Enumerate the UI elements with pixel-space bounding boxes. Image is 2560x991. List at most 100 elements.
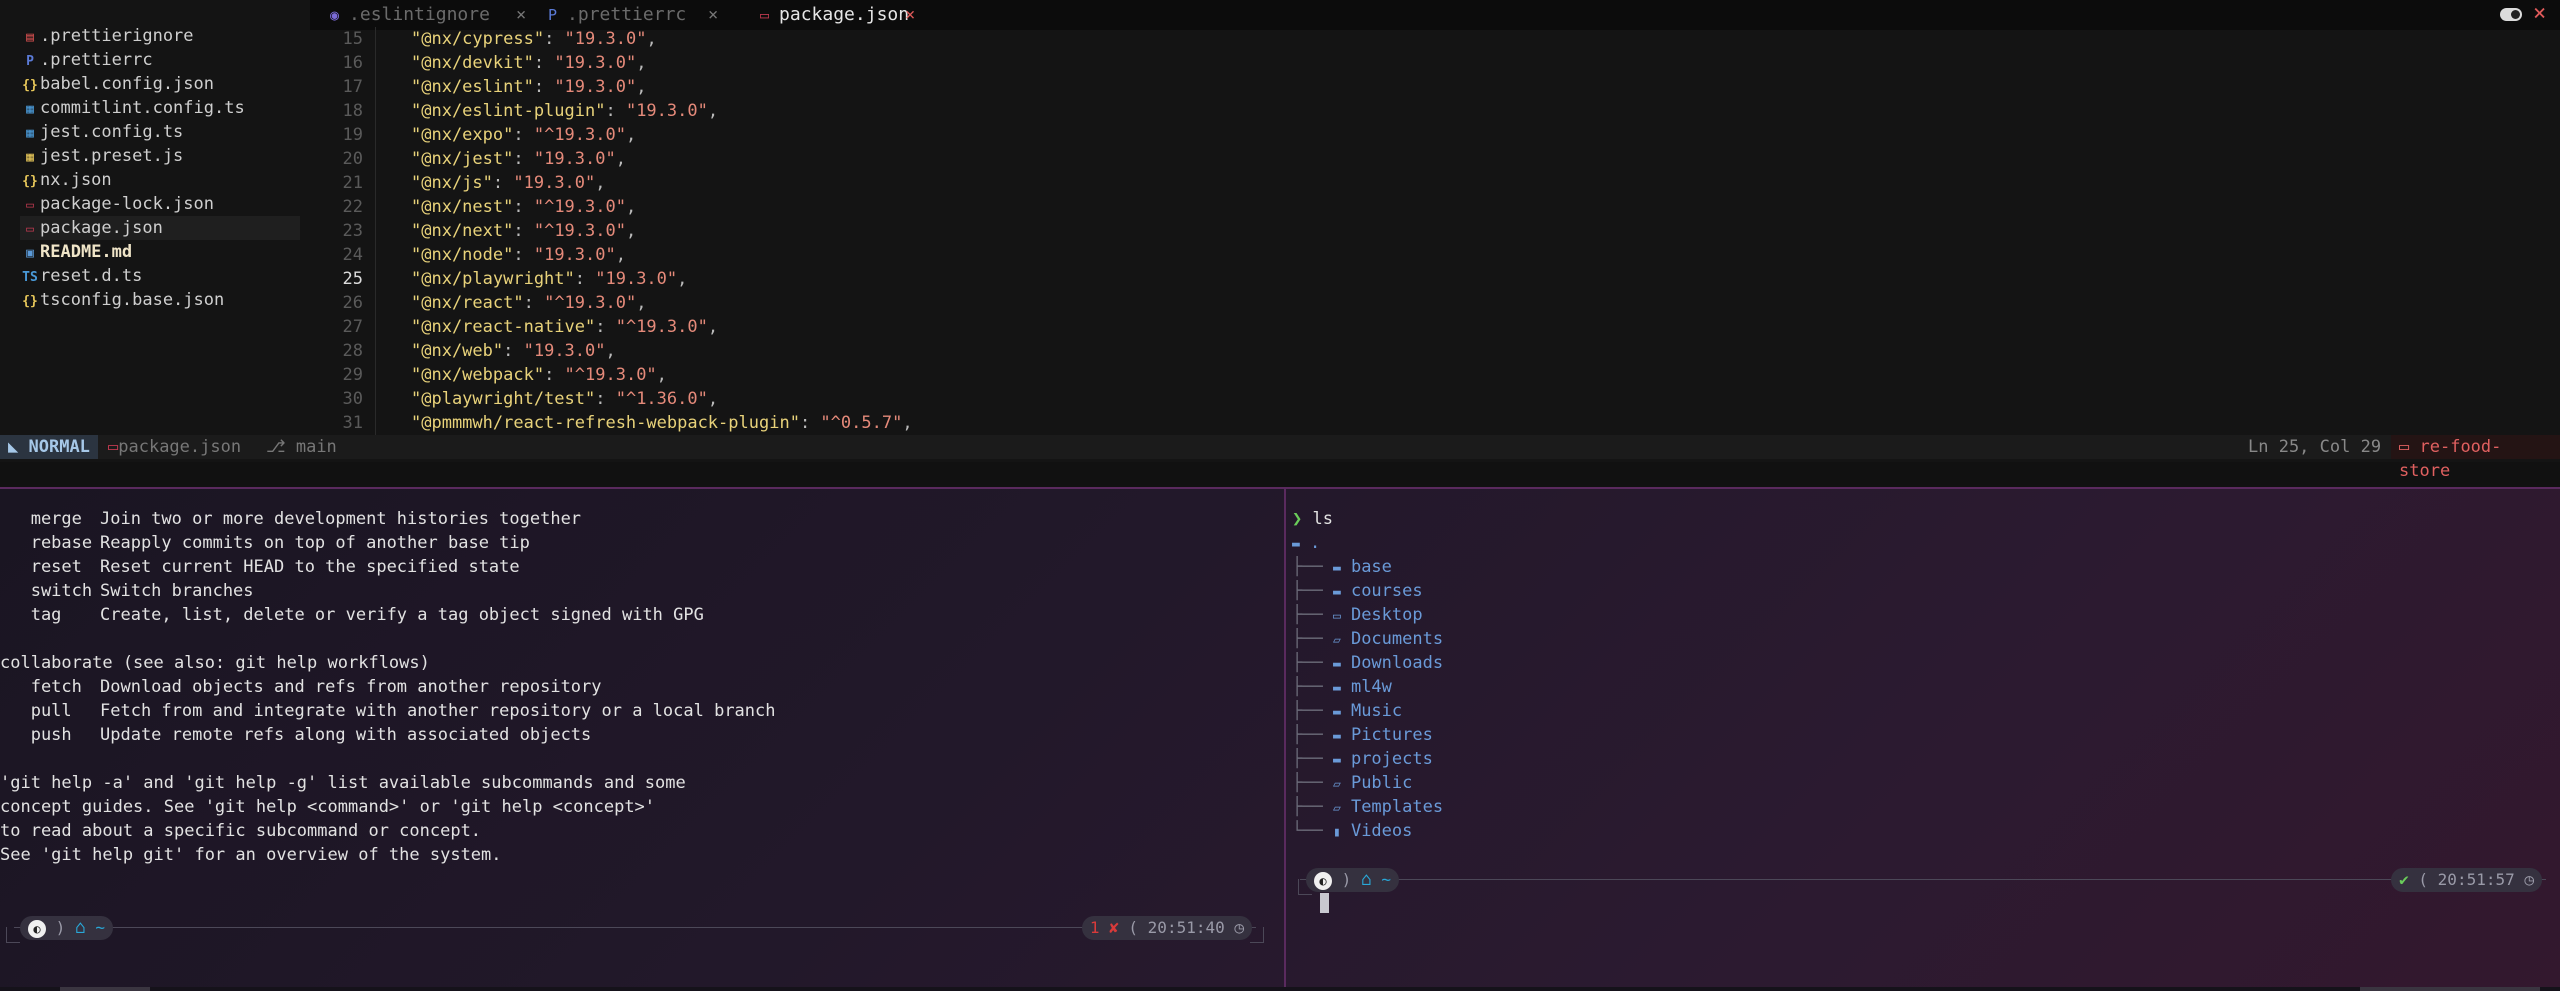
punct: , (707, 101, 719, 121)
code-line[interactable]: "@nx/node": "19.3.0", (375, 243, 626, 267)
scrollbar-thumb-left[interactable] (60, 987, 150, 991)
file-icon: ▤ (26, 30, 34, 45)
json-key: "@nx/js" (411, 173, 493, 193)
json-value: "^19.3.0" (544, 293, 637, 313)
code-line[interactable]: "@nx/devkit": "19.3.0", (375, 51, 646, 75)
code-line[interactable]: "@nx/webpack": "^19.3.0", (375, 363, 667, 387)
tree-branch: ├── (1292, 653, 1333, 673)
window-close-icon[interactable]: × (2533, 1, 2546, 26)
prompt-time: 20:51:40 (1147, 918, 1225, 937)
punct: : (595, 317, 616, 337)
file-icon: ▭ (26, 198, 34, 213)
tree-entry[interactable]: ├── ▱ Public (1292, 771, 1412, 795)
terminal-line: See 'git help git' for an overview of th… (0, 845, 502, 865)
tab-label: .eslintignore (349, 4, 490, 25)
prompt-separator: ( (1118, 918, 1148, 937)
tree-entry[interactable]: ├── ▬ Downloads (1292, 651, 1443, 675)
close-icon[interactable]: × (516, 0, 526, 30)
code-line[interactable]: "@nx/eslint-plugin": "19.3.0", (375, 99, 718, 123)
code-line[interactable]: "@pmmmwh/react-refresh-webpack-plugin": … (375, 411, 913, 435)
tab-prettierrc[interactable]: P .prettierrc × (548, 0, 718, 30)
file-item[interactable]: ▭ package-lock.json (20, 192, 300, 216)
file-item[interactable]: TS reset.d.ts (20, 264, 300, 288)
tree-entry[interactable]: ├── ▬ Pictures (1292, 723, 1433, 747)
tree-entry-label: courses (1350, 581, 1423, 601)
shell-prompt: ◐ ) ⌂ ~1 ✘ ( 20:51:40 ◷ (0, 913, 1270, 943)
file-item[interactable]: {} nx.json (20, 168, 300, 192)
shell-prompt: ◐ ) ⌂ ~ ✔ ( 20:51:57 ◷ (1286, 865, 2560, 895)
indent-guide (375, 267, 411, 291)
file-label: jest.config.ts (40, 122, 184, 142)
json-key: "@nx/next" (411, 221, 514, 241)
file-item[interactable]: ▦ jest.config.ts (20, 120, 300, 144)
scrollbar-thumb-right[interactable] (2360, 987, 2540, 991)
punct: : (513, 245, 534, 265)
file-item[interactable]: P .prettierrc (20, 48, 300, 72)
tree-branch: ├── (1292, 557, 1333, 577)
file-label: .prettierrc (40, 50, 153, 70)
git-description: Fetch from and integrate with another re… (100, 701, 776, 721)
code-line[interactable]: "@nx/react-native": "^19.3.0", (375, 315, 718, 339)
tree-entry[interactable]: ├── ▬ projects (1292, 747, 1433, 771)
prompt-separator: ) (1332, 870, 1361, 889)
file-item[interactable]: {} babel.config.json (20, 72, 300, 96)
line-number: 17 (342, 77, 363, 97)
file-item[interactable]: ▦ jest.preset.js (20, 144, 300, 168)
tab-eslintignore[interactable]: ◉ .eslintignore × (330, 0, 526, 30)
code-line[interactable]: "@nx/expo": "^19.3.0", (375, 123, 636, 147)
git-description: Reapply commits on top of another base t… (100, 533, 530, 553)
tab-package-json[interactable]: ▭ package.json × (760, 0, 915, 30)
tree-entry[interactable]: ├── ▬ base (1292, 555, 1392, 579)
terminal-line: to read about a specific subcommand or c… (0, 821, 482, 841)
json-value: "^19.3.0" (533, 125, 626, 145)
code-line[interactable]: "@playwright/test": "^1.36.0", (375, 387, 718, 411)
file-item[interactable]: ▤ .prettierignore (20, 24, 300, 48)
toggle-icon[interactable] (2500, 8, 2522, 21)
code-line[interactable]: "@nx/playwright": "19.3.0", (375, 267, 687, 291)
file-item[interactable]: ▦ commitlint.config.ts (20, 96, 300, 120)
close-icon[interactable]: × (708, 0, 718, 30)
code-line[interactable]: "@nx/web": "19.3.0", (375, 339, 616, 363)
code-line[interactable]: "@nx/react": "^19.3.0", (375, 291, 646, 315)
prompt-rule (14, 927, 1256, 928)
terminal-line: switch Switch branches (0, 579, 254, 603)
tree-entry[interactable]: └── ▮ Videos (1292, 819, 1412, 843)
folder-open-icon: ▱ (1332, 633, 1341, 648)
folder-image-icon: ▬ (1332, 729, 1341, 744)
code-line[interactable]: "@nx/jest": "19.3.0", (375, 147, 626, 171)
git-description: Download objects and refs from another r… (100, 677, 602, 697)
code-line[interactable]: "@nx/nest": "^19.3.0", (375, 195, 636, 219)
close-icon[interactable]: × (905, 0, 915, 30)
json-key: "@nx/react-native" (411, 317, 596, 337)
tree-entry[interactable]: ├── ▬ Music (1292, 699, 1402, 723)
file-icon: ▦ (26, 126, 34, 141)
home-icon: ⌂ (1360, 869, 1372, 890)
tree-entry[interactable]: ├── ▬ ml4w (1292, 675, 1392, 699)
indent-guide (375, 171, 411, 195)
file-item[interactable]: {} tsconfig.base.json (20, 288, 300, 312)
code-line[interactable]: "@nx/eslint": "19.3.0", (375, 75, 646, 99)
pane-divider[interactable] (1284, 489, 1286, 991)
tab-label: package.json (779, 4, 910, 25)
file-item[interactable]: ▣ README.md (20, 240, 300, 264)
git-description: Create, list, delete or verify a tag obj… (100, 605, 704, 625)
tree-branch: ├── (1292, 629, 1333, 649)
tree-entry[interactable]: ├── ▬ courses (1292, 579, 1423, 603)
punct: , (615, 245, 626, 265)
tree-branch: ├── (1292, 749, 1333, 769)
json-key: "@nx/devkit" (411, 53, 534, 73)
tree-branch: ├── (1292, 605, 1333, 625)
file-item[interactable]: ▭ package.json (20, 216, 300, 240)
tree-entry[interactable]: ├── ▱ Documents (1292, 627, 1443, 651)
tree-branch: └── (1292, 821, 1333, 841)
pane-separator[interactable] (0, 487, 2560, 489)
tree-entry-label: Downloads (1350, 653, 1444, 673)
code-line[interactable]: "@nx/js": "19.3.0", (375, 171, 606, 195)
tree-entry[interactable]: ├── ▭ Desktop (1292, 603, 1423, 627)
punct: : (544, 29, 565, 49)
json-value: "^1.36.0" (615, 389, 708, 409)
punct: , (707, 317, 719, 337)
tree-entry[interactable]: ├── ▱ Templates (1292, 795, 1443, 819)
code-line[interactable]: "@nx/cypress": "19.3.0", (375, 27, 657, 51)
code-line[interactable]: "@nx/next": "^19.3.0", (375, 219, 636, 243)
